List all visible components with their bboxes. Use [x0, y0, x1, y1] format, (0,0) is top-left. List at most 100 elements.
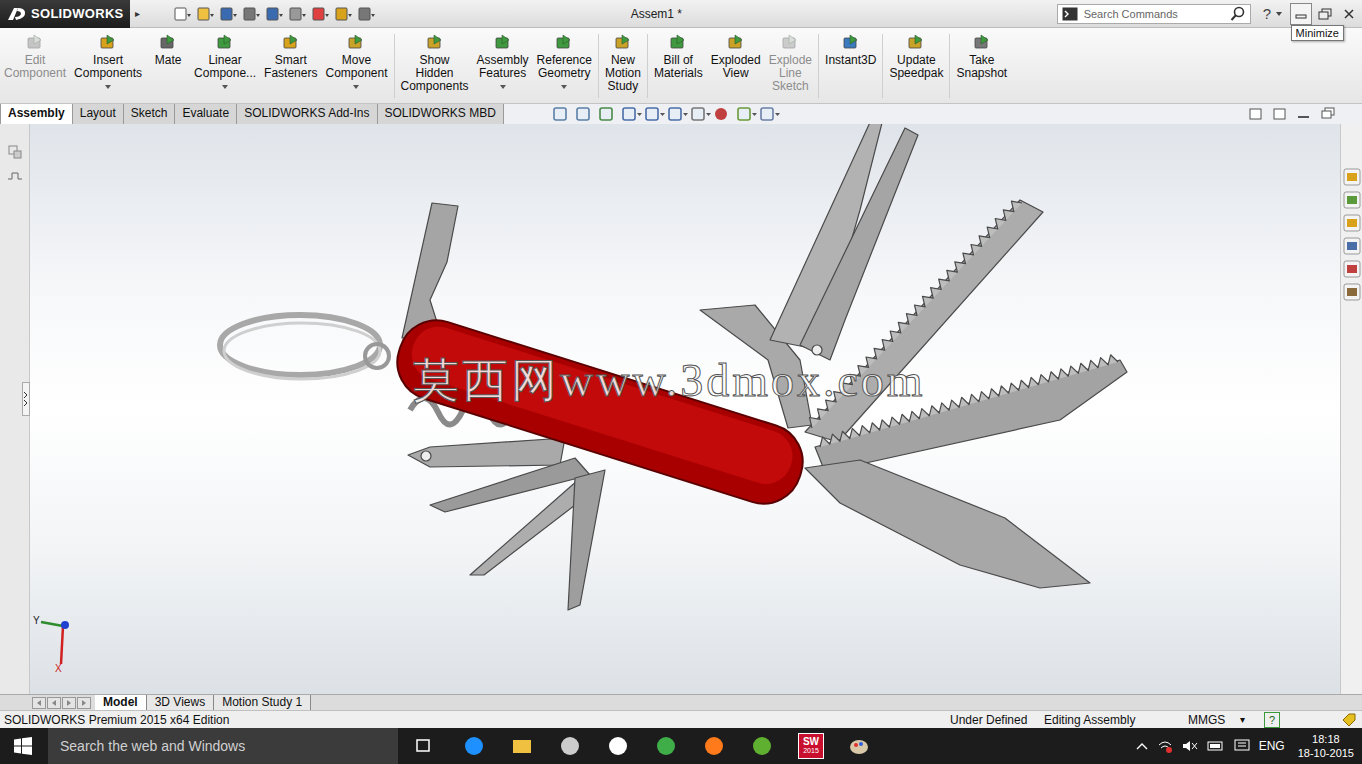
toolbar-icon[interactable]: [264, 6, 284, 22]
toolbar-icon[interactable]: [241, 6, 261, 22]
toolbar-icon[interactable]: [333, 6, 353, 22]
menu-arrow[interactable]: ▸: [132, 8, 142, 19]
split-icon[interactable]: [7, 170, 23, 182]
tab[interactable]: Evaluate: [175, 104, 237, 124]
toolbar-icon[interactable]: [195, 6, 215, 22]
dropdown-arrow[interactable]: [222, 85, 228, 89]
tab[interactable]: Assembly: [0, 104, 73, 124]
document-tab[interactable]: Model: [95, 695, 147, 710]
dropdown-arrow[interactable]: [500, 85, 506, 89]
nav-arrow-icon[interactable]: [62, 697, 76, 709]
document-window-icon[interactable]: [1320, 107, 1336, 121]
input-language[interactable]: ENG: [1259, 739, 1285, 753]
app-icon[interactable]: [702, 734, 726, 758]
ribbon-label: Reference Geometry: [537, 54, 592, 80]
task-pane-icon[interactable]: [1343, 283, 1361, 301]
task-pane-icon[interactable]: [1343, 237, 1361, 255]
volume-icon[interactable]: [1182, 739, 1198, 753]
close-button[interactable]: [1338, 3, 1360, 25]
ribbon-button[interactable]: Insert Components: [70, 34, 146, 89]
ribbon-button[interactable]: Bill of Materials: [650, 34, 707, 80]
app-icon[interactable]: [414, 734, 438, 758]
view-tool-icon[interactable]: [667, 106, 689, 122]
view-tool-icon[interactable]: [621, 106, 643, 122]
paint-icon[interactable]: [848, 734, 872, 758]
windows-start-icon[interactable]: [14, 737, 32, 755]
toolbar-icon[interactable]: [287, 6, 307, 22]
task-pane-icon[interactable]: [1343, 168, 1361, 186]
dropdown-arrow[interactable]: [561, 85, 567, 89]
ribbon-button[interactable]: Update Speedpak: [885, 34, 950, 98]
ribbon-button[interactable]: Reference Geometry: [533, 34, 599, 98]
nav-arrow-icon[interactable]: [32, 697, 46, 709]
network-icon[interactable]: [1157, 739, 1173, 753]
document-tab[interactable]: Motion Study 1: [214, 695, 311, 710]
view-tool-icon[interactable]: [552, 106, 574, 122]
toolbar-icon[interactable]: [310, 6, 330, 22]
app-icon[interactable]: [750, 734, 774, 758]
minimize-button[interactable]: [1290, 3, 1312, 25]
tree-icon[interactable]: [7, 144, 23, 160]
document-window-icon[interactable]: [1296, 107, 1312, 121]
dropdown-arrow[interactable]: [105, 85, 111, 89]
notifications-icon[interactable]: [1234, 739, 1250, 753]
units[interactable]: MMGS: [1188, 713, 1240, 727]
view-tool-icon[interactable]: [575, 106, 597, 122]
graphics-area[interactable]: 莫西网www.3dmox.comYX: [30, 124, 1340, 694]
status-help-button[interactable]: ?: [1264, 712, 1280, 728]
show-hidden-icons-icon[interactable]: [1136, 741, 1148, 751]
ribbon-button[interactable]: Exploded View: [707, 34, 765, 80]
ribbon-button[interactable]: Mate: [146, 34, 190, 67]
ribbon-button[interactable]: Explode Line Sketch: [765, 34, 819, 98]
battery-icon[interactable]: [1207, 740, 1225, 752]
view-tool-icon[interactable]: [644, 106, 666, 122]
taskbar-search[interactable]: Search the web and Windows: [48, 728, 398, 764]
restore-button[interactable]: [1314, 3, 1336, 25]
app-icon[interactable]: [654, 734, 678, 758]
ribbon-button[interactable]: New Motion Study: [601, 34, 648, 98]
ribbon-button[interactable]: Linear Compone...: [190, 34, 260, 89]
panel-expander[interactable]: [22, 382, 30, 416]
document-window-icon[interactable]: [1248, 107, 1264, 121]
dropdown-arrow[interactable]: [353, 85, 359, 89]
app-icon[interactable]: [462, 734, 486, 758]
ribbon-button[interactable]: Instant3D: [821, 34, 883, 98]
solidworks-taskbar-app[interactable]: SW2015: [798, 733, 824, 759]
task-pane-icon[interactable]: [1343, 260, 1361, 278]
units-menu[interactable]: ▾: [1240, 714, 1264, 725]
pocket-knife-model[interactable]: [30, 124, 1340, 694]
task-pane-icon[interactable]: [1343, 191, 1361, 209]
view-tool-icon[interactable]: [690, 106, 712, 122]
help-dropdown[interactable]: [1276, 12, 1282, 16]
ribbon-button[interactable]: Edit Component: [0, 34, 70, 80]
app-icon[interactable]: [606, 734, 630, 758]
document-window-icon[interactable]: [1272, 107, 1288, 121]
app-icon[interactable]: [510, 734, 534, 758]
clock[interactable]: 18:1818-10-2015: [1298, 732, 1354, 760]
view-tool-icon[interactable]: [598, 106, 620, 122]
ribbon-button[interactable]: Show Hidden Components: [397, 34, 473, 93]
ribbon-button[interactable]: Take Snapshot: [952, 34, 1011, 80]
help-button[interactable]: ?: [1263, 5, 1271, 22]
toolbar-icon[interactable]: [172, 6, 192, 22]
tab[interactable]: SOLIDWORKS MBD: [378, 104, 504, 124]
app-icon[interactable]: [558, 734, 582, 758]
task-pane-icon[interactable]: [1343, 214, 1361, 232]
tab[interactable]: SOLIDWORKS Add-Ins: [237, 104, 377, 124]
nav-arrow-icon[interactable]: [77, 697, 91, 709]
ribbon-button[interactable]: Move Component: [321, 34, 394, 98]
view-tool-icon[interactable]: [713, 106, 735, 122]
view-tool-icon[interactable]: [759, 106, 781, 122]
toolbar-icon[interactable]: [356, 6, 376, 22]
document-tab[interactable]: 3D Views: [147, 695, 214, 710]
ribbon-button[interactable]: Assembly Features: [473, 34, 533, 89]
nav-arrow-icon[interactable]: [47, 697, 61, 709]
ribbon-button[interactable]: Smart Fasteners: [260, 34, 321, 80]
view-tool-icon[interactable]: [736, 106, 758, 122]
search-commands[interactable]: Search Commands: [1057, 4, 1251, 24]
tab[interactable]: Layout: [73, 104, 124, 124]
tag-icon[interactable]: [1342, 713, 1356, 727]
solidworks-logo[interactable]: SOLIDWORKS: [0, 0, 130, 28]
toolbar-icon[interactable]: [218, 6, 238, 22]
tab[interactable]: Sketch: [124, 104, 176, 124]
